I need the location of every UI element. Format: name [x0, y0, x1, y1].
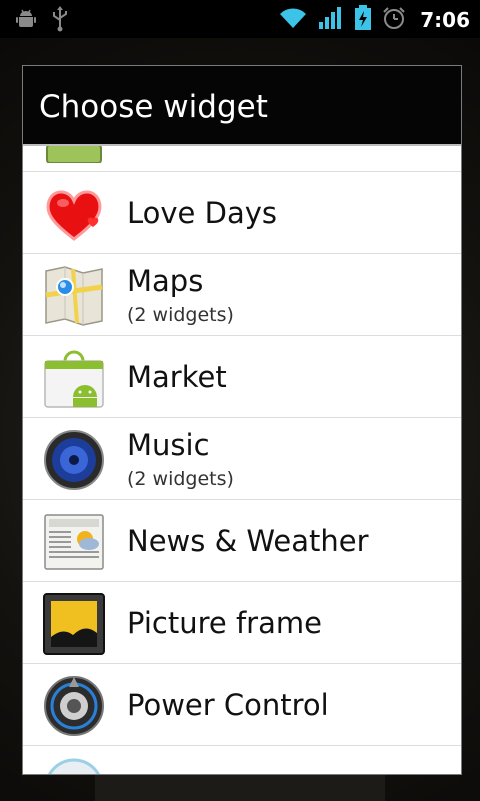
list-item-sublabel: (2 widgets)	[127, 468, 234, 490]
picture-frame-icon	[43, 593, 105, 655]
clock-time: 7:06	[420, 8, 470, 32]
market-icon	[43, 347, 105, 409]
power-control-icon	[43, 675, 105, 737]
heart-icon	[43, 183, 105, 245]
news-weather-icon	[43, 511, 105, 573]
list-item-music[interactable]: Music (2 widgets)	[23, 418, 461, 500]
choose-widget-dialog: Choose widget Love Days Maps (2 widgets)…	[22, 65, 462, 775]
status-bar: 7:06	[0, 0, 480, 38]
partial-widget-icon	[43, 146, 105, 164]
list-item-sublabel: (2 widgets)	[127, 304, 234, 326]
alarm-icon	[382, 6, 406, 34]
list-item-label: Market	[127, 360, 227, 394]
list-item-label: Love Days	[127, 196, 277, 230]
signal-icon	[318, 6, 344, 34]
list-item[interactable]	[23, 146, 461, 172]
usb-icon	[50, 6, 70, 36]
list-item-label: Maps	[127, 264, 204, 298]
list-item-market[interactable]: Market	[23, 336, 461, 418]
list-item-label: Picture frame	[127, 606, 322, 640]
partial-widget-icon-bottom	[43, 757, 105, 774]
list-item-power-control[interactable]: Power Control	[23, 664, 461, 746]
android-debug-icon	[14, 7, 38, 35]
music-speaker-icon	[43, 429, 105, 491]
list-item[interactable]	[23, 746, 461, 774]
dialog-title-bar: Choose widget	[23, 66, 461, 146]
battery-charging-icon	[354, 5, 372, 35]
list-item-love-days[interactable]: Love Days	[23, 172, 461, 254]
maps-icon	[43, 265, 105, 327]
widget-list[interactable]: Love Days Maps (2 widgets) Market Music …	[23, 146, 461, 774]
dialog-title: Choose widget	[39, 89, 268, 125]
list-item-news-weather[interactable]: News & Weather	[23, 500, 461, 582]
list-item-label: Power Control	[127, 688, 329, 722]
list-item-picture-frame[interactable]: Picture frame	[23, 582, 461, 664]
list-item-label: News & Weather	[127, 524, 369, 558]
list-item-maps[interactable]: Maps (2 widgets)	[23, 254, 461, 336]
wifi-icon	[278, 6, 308, 34]
list-item-label: Music	[127, 428, 210, 462]
